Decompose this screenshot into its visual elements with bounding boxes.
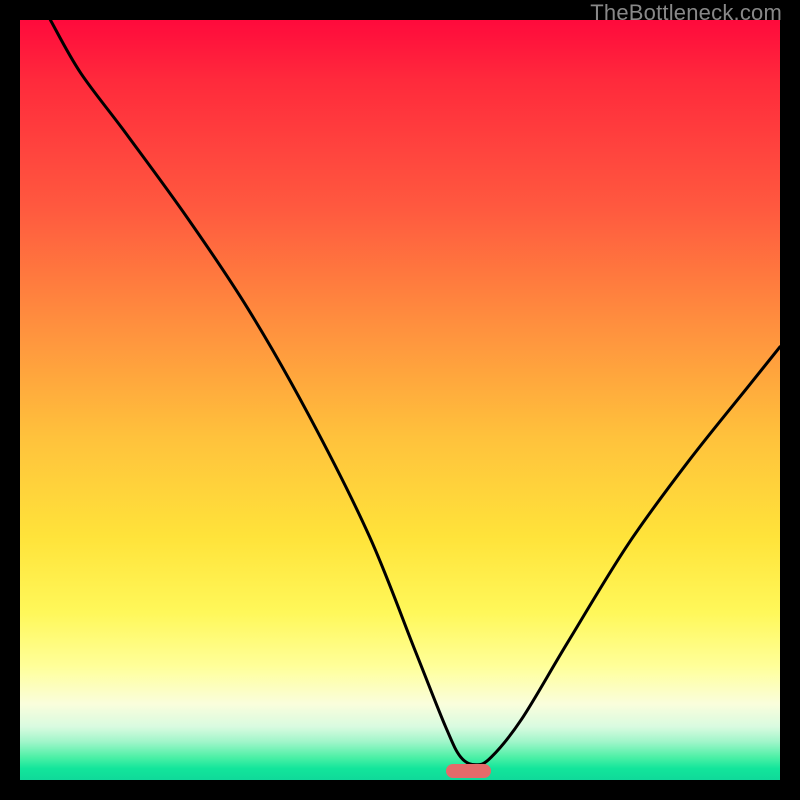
bottleneck-curve [50,20,780,765]
optimal-range-marker [446,764,492,778]
chart-frame: TheBottleneck.com [0,0,800,800]
plot-area [20,20,780,780]
curve-svg [20,20,780,780]
